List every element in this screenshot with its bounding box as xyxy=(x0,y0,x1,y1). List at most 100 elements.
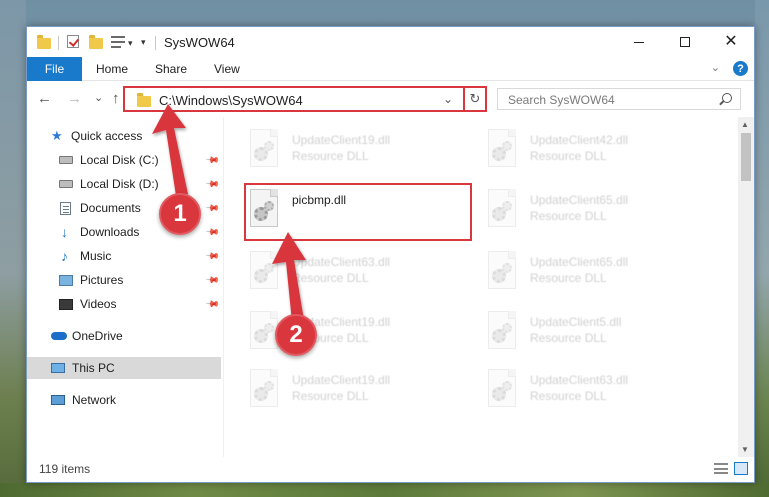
file-tile[interactable]: UpdateClient65.dll Resource DLL xyxy=(462,247,690,299)
expand-ribbon-icon[interactable]: ⌄ xyxy=(711,61,720,74)
computer-icon xyxy=(51,363,65,373)
sidebar-item-label: Local Disk (D:) xyxy=(80,177,159,191)
sidebar-item-videos[interactable]: Videos 📌 xyxy=(27,293,221,315)
sidebar-item-label: Pictures xyxy=(80,273,124,287)
address-dropdown-icon[interactable]: ⌄ xyxy=(443,92,453,106)
divider xyxy=(58,36,59,50)
sidebar-item-pictures[interactable]: Pictures 📌 xyxy=(27,269,221,291)
vertical-scrollbar[interactable]: ▲ ▼ xyxy=(738,117,754,457)
music-icon: ♪ xyxy=(61,248,68,264)
folder-icon xyxy=(37,35,51,49)
pin-icon: 📌 xyxy=(205,176,221,192)
forward-arrow-icon[interactable]: → xyxy=(67,90,82,107)
file-tile[interactable]: UpdateClient42.dll Resource DLL xyxy=(462,125,690,177)
sidebar-item-this-pc[interactable]: This PC xyxy=(27,357,221,379)
file-type: Resource DLL xyxy=(530,331,607,345)
item-count: 119 items xyxy=(39,462,91,476)
step-2-badge: 2 xyxy=(275,314,317,356)
sidebar-item-local-disk-c[interactable]: Local Disk (C:) 📌 xyxy=(27,149,221,171)
scroll-up-icon[interactable]: ▲ xyxy=(741,120,749,129)
file-type: Resource DLL xyxy=(292,149,369,163)
sidebar-item-label: Documents xyxy=(80,201,141,215)
sidebar-item-label: Videos xyxy=(80,297,117,311)
close-icon: ✕ xyxy=(724,33,738,50)
scroll-down-icon[interactable]: ▼ xyxy=(741,445,749,454)
file-name: UpdateClient63.dll xyxy=(530,373,629,387)
tab-share[interactable]: Share xyxy=(155,62,187,76)
desktop-background-bottom xyxy=(0,483,769,497)
status-bar: 119 items xyxy=(27,458,754,482)
properties-check-icon[interactable] xyxy=(67,35,79,48)
file-type: Resource DLL xyxy=(530,389,607,403)
sidebar-item-network[interactable]: Network xyxy=(27,389,221,411)
new-folder-icon[interactable] xyxy=(89,35,103,49)
large-icons-view-icon[interactable] xyxy=(734,462,748,475)
help-icon[interactable]: ? xyxy=(733,61,748,76)
file-type: Resource DLL xyxy=(292,389,369,403)
highlight-picbmp xyxy=(244,183,472,241)
star-icon: ★ xyxy=(51,128,63,143)
sidebar-item-music[interactable]: ♪ Music 📌 xyxy=(27,245,221,267)
sidebar-item-onedrive[interactable]: OneDrive xyxy=(27,325,221,347)
window-title: SysWOW64 xyxy=(164,35,235,50)
sidebar-item-label: Network xyxy=(72,393,117,407)
dll-file-icon xyxy=(484,251,518,293)
up-arrow-icon[interactable]: ↑ xyxy=(112,90,120,107)
file-type: Resource DLL xyxy=(292,271,369,285)
file-tile[interactable]: UpdateClient63.dll Resource DLL xyxy=(462,365,690,417)
pin-icon: 📌 xyxy=(205,224,221,240)
qa-customize-icon[interactable]: ▾ xyxy=(141,37,146,48)
file-tile[interactable]: UpdateClient5.dll Resource DLL xyxy=(462,307,690,359)
file-name: UpdateClient19.dll xyxy=(292,133,391,147)
desktop-background-right xyxy=(755,0,769,497)
file-tile[interactable]: UpdateClient65.dll Resource DLL xyxy=(462,185,690,237)
address-path[interactable]: C:\Windows\SysWOW64 xyxy=(159,93,303,108)
file-tile[interactable]: UpdateClient19.dll Resource DLL xyxy=(224,365,452,417)
minimize-icon xyxy=(634,41,644,43)
dll-file-icon xyxy=(484,189,518,231)
close-button[interactable]: ✕ xyxy=(708,27,754,57)
tab-home[interactable]: Home xyxy=(96,62,128,76)
sidebar-item-local-disk-d[interactable]: Local Disk (D:) 📌 xyxy=(27,173,221,195)
file-tile[interactable]: UpdateClient19.dll Resource DLL xyxy=(224,307,452,359)
tab-file[interactable]: File xyxy=(27,57,82,81)
sidebar-item-label: Downloads xyxy=(80,225,140,239)
file-type: Resource DLL xyxy=(530,149,607,163)
details-view-icon[interactable] xyxy=(714,463,728,475)
tab-view[interactable]: View xyxy=(214,62,240,76)
network-icon xyxy=(51,395,65,405)
navigation-pane: ★ Quick access Local Disk (C:) 📌 Local D… xyxy=(27,117,223,457)
file-type: Resource DLL xyxy=(530,209,607,223)
maximize-button[interactable] xyxy=(662,27,708,57)
address-bar[interactable]: C:\Windows\SysWOW64 ⌄ ↻ xyxy=(123,86,487,112)
recent-locations-icon[interactable]: ⌄ xyxy=(94,91,103,104)
explorer-window: ▾ ▾ SysWOW64 ✕ File Home Share View ⌄ ? … xyxy=(26,26,755,483)
back-arrow-icon[interactable]: ← xyxy=(37,90,52,107)
pin-icon: 📌 xyxy=(205,296,221,312)
dll-file-icon xyxy=(246,369,280,411)
sidebar-item-label: This PC xyxy=(72,361,115,375)
qa-dropdown-icon[interactable]: ▾ xyxy=(128,38,133,49)
file-name: UpdateClient63.dll xyxy=(292,255,391,269)
sidebar-item-label: Music xyxy=(80,249,112,263)
dll-file-icon xyxy=(484,311,518,353)
scrollbar-thumb[interactable] xyxy=(741,133,751,181)
file-tile[interactable]: UpdateClient63.dll Resource DLL xyxy=(224,247,452,299)
dll-file-icon xyxy=(246,251,280,293)
search-icon[interactable] xyxy=(722,93,732,103)
file-list: UpdateClient19.dll Resource DLL UpdateCl… xyxy=(224,117,738,457)
file-name: UpdateClient65.dll xyxy=(530,193,629,207)
ribbon: File Home Share View ⌄ ? xyxy=(27,57,754,81)
sidebar-item-quick-access[interactable]: ★ Quick access xyxy=(27,125,221,147)
customize-toolbar-icon[interactable] xyxy=(111,36,125,48)
step-1-badge: 1 xyxy=(159,193,201,235)
pin-icon: 📌 xyxy=(205,248,221,264)
file-type: Resource DLL xyxy=(530,271,607,285)
desktop-background-left xyxy=(0,0,26,497)
search-input[interactable]: Search SysWOW64 xyxy=(497,88,741,110)
refresh-icon[interactable]: ↻ xyxy=(463,88,485,110)
minimize-button[interactable] xyxy=(616,27,662,57)
search-placeholder: Search SysWOW64 xyxy=(508,93,615,107)
file-tile[interactable]: UpdateClient19.dll Resource DLL xyxy=(224,125,452,177)
documents-icon xyxy=(60,201,71,215)
